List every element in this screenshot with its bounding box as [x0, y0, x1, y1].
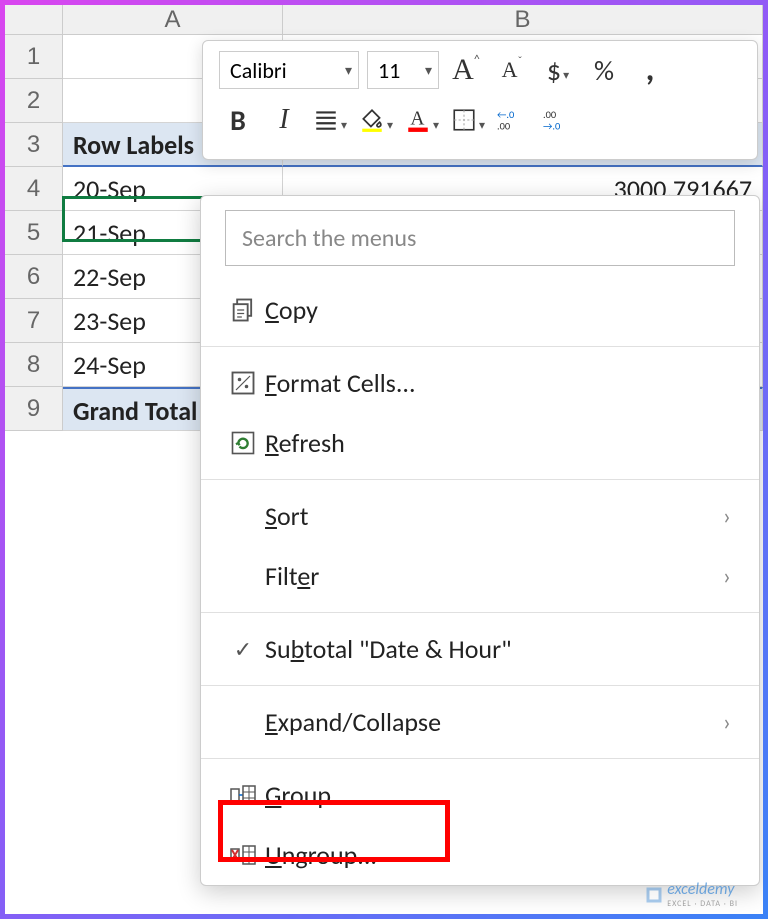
font-family-select[interactable]: Calibri ▾ — [219, 51, 359, 89]
menu-label: Refresh — [265, 427, 731, 459]
row-header[interactable]: 1 — [5, 35, 62, 79]
borders-button[interactable]: ▾ — [449, 101, 487, 139]
align-icon — [313, 107, 339, 133]
chevron-right-icon: › — [723, 708, 731, 737]
select-all-corner[interactable] — [5, 5, 63, 35]
watermark-tag: EXCEL · DATA · BI — [667, 899, 738, 909]
chevron-down-icon: ▾ — [387, 118, 393, 133]
menu-label: Sort — [265, 500, 723, 532]
chevron-right-icon: › — [723, 502, 731, 531]
svg-text:A: A — [410, 108, 424, 129]
col-header-a[interactable]: A — [63, 5, 283, 34]
col-header-b[interactable]: B — [283, 5, 763, 34]
menu-subtotal[interactable]: ✓ Subtotal "Date & Hour" — [201, 619, 759, 679]
svg-text:→.0: →.0 — [543, 119, 560, 132]
menu-separator — [201, 685, 759, 686]
check-icon: ✓ — [221, 636, 265, 663]
svg-text:.00: .00 — [497, 119, 510, 132]
column-headers: A B — [63, 5, 763, 35]
menu-separator — [201, 479, 759, 480]
menu-label: Copy — [265, 294, 731, 326]
decrease-font-button[interactable]: A ˇ — [493, 51, 531, 89]
row-headers: 1 2 3 4 5 6 7 8 9 — [5, 35, 63, 431]
increase-font-icon: A — [452, 53, 474, 87]
fill-bucket-icon — [359, 107, 385, 133]
menu-label: Group... — [265, 779, 731, 811]
menu-label: Ungroup... — [265, 839, 731, 871]
menu-sort[interactable]: Sort › — [201, 486, 759, 546]
row-header[interactable]: 4 — [5, 167, 62, 211]
currency-icon: $ — [547, 53, 561, 88]
menu-search-input[interactable]: Search the menus — [225, 210, 735, 266]
comma-style-button[interactable]: , — [631, 51, 669, 89]
chevron-down-icon: ▾ — [433, 118, 439, 133]
menu-format-cells[interactable]: Format Cells... — [201, 353, 759, 413]
font-color-button[interactable]: A ▾ — [403, 101, 441, 139]
font-size-select[interactable]: 11 ▾ — [367, 51, 439, 89]
italic-button[interactable]: I — [265, 101, 303, 139]
font-family-value: Calibri — [230, 57, 287, 84]
row-header[interactable]: 5 — [5, 211, 62, 255]
row-header[interactable]: 2 — [5, 79, 62, 123]
search-placeholder: Search the menus — [242, 224, 416, 253]
percent-icon: % — [594, 53, 614, 88]
ungroup-icon — [221, 841, 265, 869]
context-menu: Search the menus Copy Format Cells... Re… — [200, 195, 760, 886]
currency-button[interactable]: $ ▾ — [539, 51, 577, 89]
increase-decimal-button[interactable]: ←.0 .00 — [495, 101, 533, 139]
group-icon — [221, 781, 265, 809]
watermark: exceldemy EXCEL · DATA · BI — [645, 880, 738, 909]
increase-decimal-icon: ←.0 .00 — [497, 107, 531, 133]
row-header[interactable]: 8 — [5, 343, 62, 387]
font-color-icon: A — [405, 107, 431, 133]
decrease-decimal-button[interactable]: .00 →.0 — [541, 101, 579, 139]
comma-icon: , — [646, 65, 655, 75]
chevron-right-icon: › — [723, 562, 731, 591]
chevron-down-icon: ▾ — [563, 68, 569, 83]
borders-icon — [451, 107, 477, 133]
fill-color-button[interactable]: ▾ — [357, 101, 395, 139]
chevron-down-icon: ▾ — [425, 62, 432, 79]
menu-label: Format Cells... — [265, 367, 731, 399]
copy-icon — [221, 296, 265, 324]
watermark-brand: exceldemy — [667, 880, 738, 899]
chevron-down-icon: ▾ — [345, 62, 352, 79]
menu-label: Filter — [265, 560, 723, 592]
row-header[interactable]: 3 — [5, 123, 62, 167]
menu-filter[interactable]: Filter › — [201, 546, 759, 606]
chevron-down-icon: ▾ — [479, 118, 485, 133]
increase-font-button[interactable]: A ^ — [447, 51, 485, 89]
menu-copy[interactable]: Copy — [201, 280, 759, 340]
refresh-icon — [221, 429, 265, 457]
row-header[interactable]: 6 — [5, 255, 62, 299]
decrease-font-icon: A — [502, 57, 518, 83]
logo-icon — [645, 886, 663, 904]
font-size-value: 11 — [378, 57, 400, 84]
percent-button[interactable]: % — [585, 51, 623, 89]
menu-expand-collapse[interactable]: Expand/Collapse › — [201, 692, 759, 752]
menu-label: Expand/Collapse — [265, 706, 723, 738]
row-header[interactable]: 9 — [5, 387, 62, 431]
menu-refresh[interactable]: Refresh — [201, 413, 759, 473]
mini-toolbar: Calibri ▾ 11 ▾ A ^ A ˇ $ ▾ % , B I ▾ — [202, 40, 758, 160]
format-cells-icon — [221, 369, 265, 397]
row-header[interactable]: 7 — [5, 299, 62, 343]
align-button[interactable]: ▾ — [311, 101, 349, 139]
chevron-down-icon: ▾ — [341, 118, 347, 133]
decrease-decimal-icon: .00 →.0 — [543, 107, 577, 133]
bold-button[interactable]: B — [219, 101, 257, 139]
menu-label: Subtotal "Date & Hour" — [265, 633, 731, 665]
menu-separator — [201, 758, 759, 759]
menu-separator — [201, 612, 759, 613]
menu-ungroup[interactable]: Ungroup... — [201, 825, 759, 885]
menu-group[interactable]: Group... — [201, 765, 759, 825]
menu-separator — [201, 346, 759, 347]
